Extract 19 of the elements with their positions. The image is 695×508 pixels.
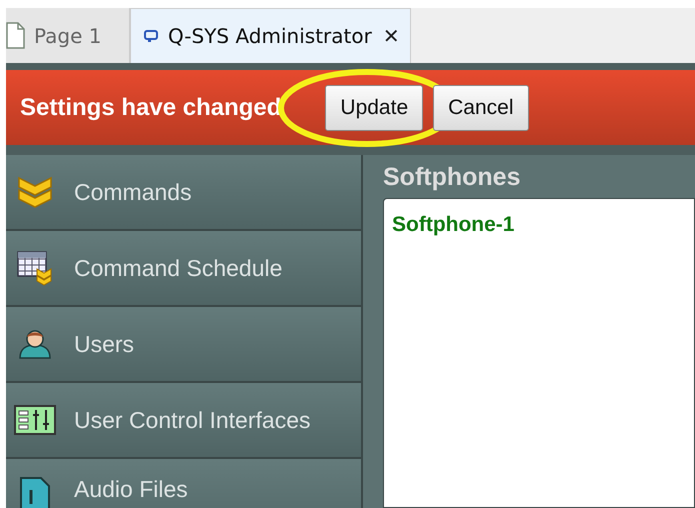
page-icon	[6, 22, 25, 49]
sidebar-item[interactable]: Audio Files	[6, 459, 361, 508]
tab[interactable]: Q-SYS Administrator ✕	[130, 8, 411, 63]
user-icon	[17, 328, 53, 360]
sidebar-item[interactable]: Commands	[6, 155, 361, 231]
sidebar-item[interactable]: Users	[6, 307, 361, 383]
close-button[interactable]: ✕	[382, 24, 400, 48]
chevrons-icon	[17, 176, 53, 208]
sidebar-item[interactable]: Command Schedule	[6, 231, 361, 307]
panel-title: Softphones	[383, 163, 522, 192]
file-icon	[19, 476, 51, 508]
tab[interactable]: Page 1	[6, 8, 130, 63]
list-item[interactable]: Softphone-1	[392, 213, 686, 237]
calendar-icon	[17, 250, 53, 286]
banner-button[interactable]: Update	[325, 84, 424, 130]
controls-icon	[14, 405, 56, 435]
window-icon	[143, 28, 159, 44]
sidebar-item[interactable]: User Control Interfaces	[6, 383, 361, 459]
banner-button[interactable]: Cancel	[433, 84, 528, 130]
